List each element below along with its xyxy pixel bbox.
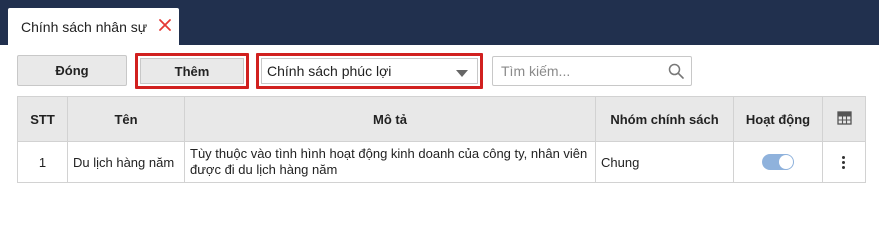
table-grid-icon[interactable] (836, 110, 852, 128)
search-input[interactable] (493, 57, 663, 85)
add-button[interactable]: Thêm (140, 58, 244, 84)
policy-select-value: Chính sách phúc lợi (267, 63, 392, 79)
table-row[interactable]: 1 Du lịch hàng năm Tùy thuộc vào tình hì… (17, 141, 866, 183)
tab-hr-policy[interactable]: Chính sách nhân sự (8, 8, 179, 45)
close-button[interactable]: Đóng (17, 55, 127, 86)
search-icon[interactable] (668, 63, 684, 79)
search-box (492, 56, 692, 86)
active-toggle[interactable] (762, 154, 794, 171)
policy-select-highlight: Chính sách phúc lợi (256, 53, 483, 89)
cell-active (733, 141, 823, 183)
more-vertical-icon[interactable] (842, 154, 846, 171)
policy-select[interactable]: Chính sách phúc lợi (261, 58, 478, 84)
column-header-description[interactable]: Mô tả (184, 96, 596, 142)
tab-bar: Chính sách nhân sự (0, 0, 879, 45)
policy-table: STT Tên Mô tả Nhóm chính sách Hoạt động … (17, 96, 866, 183)
close-icon[interactable] (158, 18, 172, 32)
column-header-group[interactable]: Nhóm chính sách (595, 96, 734, 142)
tab-label: Chính sách nhân sự (21, 18, 148, 35)
cell-name: Du lịch hàng năm (67, 141, 185, 183)
column-header-name[interactable]: Tên (67, 96, 185, 142)
table-header-row: STT Tên Mô tả Nhóm chính sách Hoạt động (17, 96, 866, 142)
cell-description: Tùy thuộc vào tình hình hoạt động kinh d… (184, 141, 596, 183)
toggle-knob (779, 155, 793, 170)
column-settings-header (822, 96, 866, 142)
caret-down-icon (456, 70, 468, 77)
cell-group: Chung (595, 141, 734, 183)
add-button-highlight: Thêm (135, 53, 249, 89)
cell-row-menu (822, 141, 866, 183)
cell-index: 1 (17, 141, 68, 183)
column-header-active[interactable]: Hoạt động (733, 96, 823, 142)
column-header-index[interactable]: STT (17, 96, 68, 142)
